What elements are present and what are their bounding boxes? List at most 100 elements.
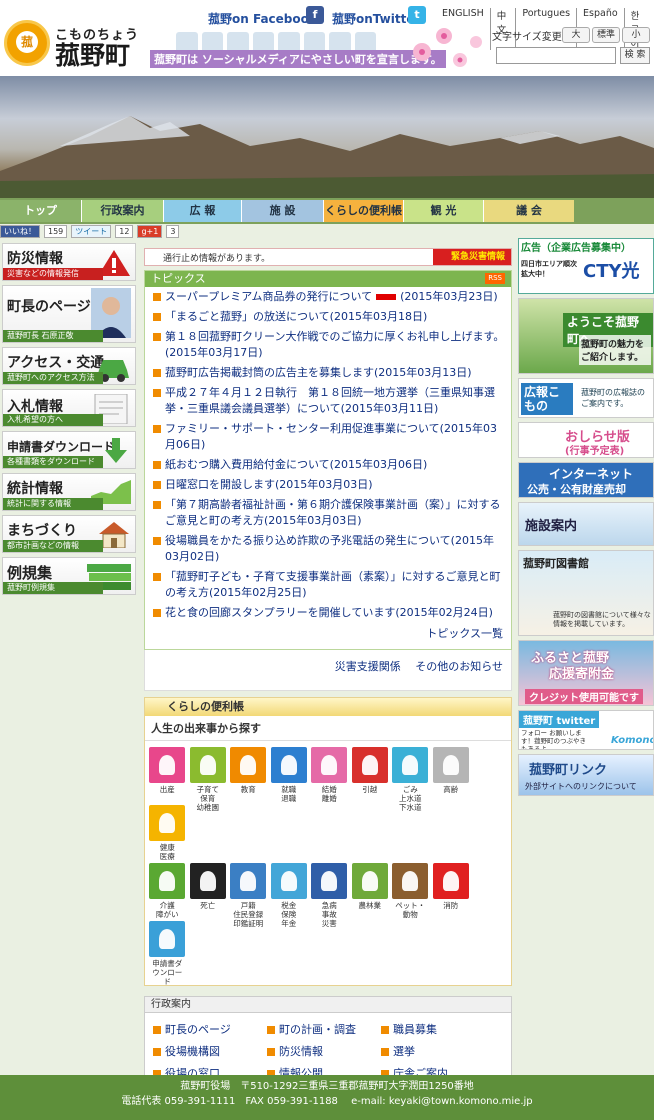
life-event-icon[interactable] — [392, 747, 429, 783]
topic-item[interactable]: 日曜窓口を開設します(2015年03月03日) — [151, 477, 505, 493]
left-toukei[interactable]: 統計情報 統計に関する情報 — [2, 473, 136, 511]
topic-text[interactable]: 紙おむつ購入費用給付金について — [165, 458, 330, 471]
lang-english[interactable]: ENGLISH — [436, 8, 490, 50]
oshirase-banner[interactable]: おしらせ版 (行事予定表) — [518, 422, 654, 458]
gyosei-link[interactable]: 職員募集 — [379, 1019, 493, 1041]
nav-koho[interactable]: 広 報 — [164, 200, 242, 222]
town-name[interactable]: 菰野町 — [55, 36, 130, 72]
nav-kanko[interactable]: 観 光 — [404, 200, 484, 222]
life-event-icon[interactable] — [351, 863, 388, 899]
life-event-icon[interactable] — [432, 747, 469, 783]
twitter-banner[interactable]: 菰野町 twitter フォロー お願いします！菰野町のつぶやきもあるよ Kom… — [518, 710, 654, 750]
life-event-label[interactable]: 子育て 保育 幼稚園 — [188, 785, 229, 812]
nav-gikai[interactable]: 議 会 — [484, 200, 574, 222]
gplus-button[interactable]: g+1 — [137, 225, 163, 238]
topic-item[interactable]: 平成２７年４月１２日執行 第１８回統一地方選挙（三重県知事選挙・三重県議会議員選… — [151, 385, 505, 417]
links-banner[interactable]: 菰野町リンク 外部サイトへのリンクについて — [518, 754, 654, 796]
nav-gyosei[interactable]: 行政案内 — [82, 200, 164, 222]
topic-item[interactable]: 役場職員をかたる振り込め詐欺の予兆電話の発生について(2015年03月02日) — [151, 533, 505, 565]
life-event-item[interactable]: 教育 — [228, 747, 269, 805]
life-event-item[interactable]: ペット・ 動物 — [390, 863, 431, 921]
welcome-banner[interactable]: ようこそ菰野町へ 菰野町の魅力をご紹介します。 — [518, 298, 654, 374]
emergency-info-button[interactable]: 緊急災害情報 — [432, 249, 511, 265]
life-event-label[interactable]: 引越 — [350, 785, 391, 794]
life-event-label[interactable]: 就職 退職 — [269, 785, 310, 803]
facebook-link[interactable]: 菰野on Facebook — [208, 10, 317, 27]
life-event-label[interactable]: 申請書ダ ウンロー ド — [147, 959, 188, 986]
life-event-item[interactable]: 急病 事故 災害 — [309, 863, 350, 928]
life-event-item[interactable]: 健康 医療 — [147, 805, 188, 863]
topic-item[interactable]: 第１８回菰野町クリーン大作戦でのご協力に厚くお礼申し上げます。 (2015年03月… — [151, 329, 505, 361]
search-input[interactable] — [496, 47, 616, 64]
life-event-item[interactable]: 農林業 — [350, 863, 391, 921]
life-event-icon[interactable] — [149, 805, 186, 841]
life-event-label[interactable]: 死亡 — [188, 901, 229, 910]
fontsize-large-button[interactable]: 大 — [562, 27, 590, 43]
facebook-icon[interactable]: f — [306, 6, 324, 24]
life-event-label[interactable]: 戸籍 住民登録 印鑑証明 — [228, 901, 269, 928]
life-event-icon[interactable] — [149, 747, 186, 783]
left-machizukuri[interactable]: まちづくり 都市計画などの情報 — [2, 515, 136, 553]
topic-text[interactable]: 平成２７年４月１２日執行 第１８回統一地方選挙（三重県知事選挙・三重県議会議員選… — [165, 386, 495, 415]
ad-cty-banner[interactable]: 広告（企業広告募集中） 四日市エリア順次拡大中！ CTY光 — [518, 238, 654, 294]
fontsize-normal-button[interactable]: 標準 — [592, 27, 620, 43]
topic-item[interactable]: スーパープレミアム商品券の発行について (2015年03月23日) — [151, 289, 505, 305]
life-event-label[interactable]: 教育 — [228, 785, 269, 794]
left-bousai[interactable]: 防災情報 災害などの情報発信 — [2, 243, 136, 281]
shisetsu-banner[interactable]: 施設案内 — [518, 502, 654, 546]
life-event-icon[interactable] — [230, 863, 267, 899]
life-event-item[interactable]: 税金 保険 年金 — [269, 863, 310, 928]
nav-kurashi[interactable]: くらしの便利帳 — [324, 200, 404, 222]
tweet-button[interactable]: ツイート — [71, 225, 112, 238]
life-event-item[interactable]: 介護 障がい — [147, 863, 188, 921]
rss-icon[interactable]: RSS — [485, 273, 505, 284]
life-event-label[interactable]: 高齢 — [431, 785, 472, 794]
left-reikishu[interactable]: 例規集 菰野町例規集 — [2, 557, 136, 595]
left-chocho[interactable]: 町長のページ 菰野町長 石原正敬 — [2, 285, 136, 343]
road-closure-alert[interactable]: 通行止め情報があります。 緊急災害情報 — [144, 248, 512, 266]
life-event-icon[interactable] — [149, 921, 186, 957]
life-event-item[interactable]: 就職 退職 — [269, 747, 310, 805]
gyosei-link[interactable]: 防災情報 — [265, 1041, 379, 1063]
topic-text[interactable]: ファミリー・サポート・センター利用促進事業について — [165, 422, 440, 435]
gyosei-link[interactable]: 選挙 — [379, 1041, 493, 1063]
topic-item[interactable]: 菰野町広告掲載封筒の広告主を募集します(2015年03月13日) — [151, 365, 505, 381]
life-event-label[interactable]: 消防 — [431, 901, 472, 910]
search-button[interactable]: 検 索 — [620, 47, 650, 64]
topic-item[interactable]: 花と食の回廊スタンプラリーを開催しています(2015年02月24日) — [151, 605, 505, 621]
life-event-label[interactable]: ごみ 上水道 下水道 — [390, 785, 431, 812]
life-event-icon[interactable] — [189, 747, 226, 783]
life-event-icon[interactable] — [311, 863, 348, 899]
life-event-item[interactable]: 死亡 — [188, 863, 229, 921]
life-event-item[interactable]: 引越 — [350, 747, 391, 805]
life-event-item[interactable]: 高齢 — [431, 747, 472, 805]
life-event-item[interactable]: 結婚 離婚 — [309, 747, 350, 805]
topic-item[interactable]: 紙おむつ購入費用給付金について(2015年03月06日) — [151, 457, 505, 473]
facebook-like-button[interactable]: いいね！ — [0, 225, 40, 238]
topic-text[interactable]: 花と食の回廊スタンプラリーを開催しています — [165, 606, 395, 619]
left-download[interactable]: 申請書ダウンロード 各種書類をダウンロード — [2, 431, 136, 469]
life-event-item[interactable]: 出産 — [147, 747, 188, 805]
topic-text[interactable]: 日曜窓口を開設します — [165, 478, 275, 491]
life-event-icon[interactable] — [230, 747, 267, 783]
left-nyusatsu[interactable]: 入札情報 入札希望の方へ — [2, 389, 136, 427]
life-event-label[interactable]: 結婚 離婚 — [309, 785, 350, 803]
internet-auction-banner[interactable]: インターネット 公売・公有財産売却 — [518, 462, 654, 498]
life-event-icon[interactable] — [270, 863, 307, 899]
topic-item[interactable]: 「まるごと菰野」の放送について(2015年03月18日) — [151, 309, 505, 325]
topic-text[interactable]: 役場職員をかたる振り込め詐欺の予兆電話の発生について — [165, 534, 451, 547]
town-logo[interactable]: 菰 — [4, 20, 50, 66]
topic-item[interactable]: 「第７期高齢者福祉計画・第６期介護保険事業計画（案）」に対するご意見と町の考え方… — [151, 497, 505, 529]
life-event-icon[interactable] — [432, 863, 469, 899]
life-event-icon[interactable] — [351, 747, 388, 783]
life-event-icon[interactable] — [311, 747, 348, 783]
disaster-support-link[interactable]: 災害支援関係 — [335, 660, 401, 673]
nav-shisetsu[interactable]: 施 設 — [242, 200, 324, 222]
topics-list-link[interactable]: トピックス一覧 — [145, 625, 511, 649]
life-event-item[interactable]: ごみ 上水道 下水道 — [390, 747, 431, 812]
life-event-item[interactable]: 消防 — [431, 863, 472, 921]
topic-item[interactable]: 「菰野町子ども・子育て支援事業計画（素案）」に対するご意見と町の考え方(2015… — [151, 569, 505, 601]
life-event-label[interactable]: 出産 — [147, 785, 188, 794]
life-event-label[interactable]: 介護 障がい — [147, 901, 188, 919]
topic-item[interactable]: ファミリー・サポート・センター利用促進事業について(2015年03月06日) — [151, 421, 505, 453]
